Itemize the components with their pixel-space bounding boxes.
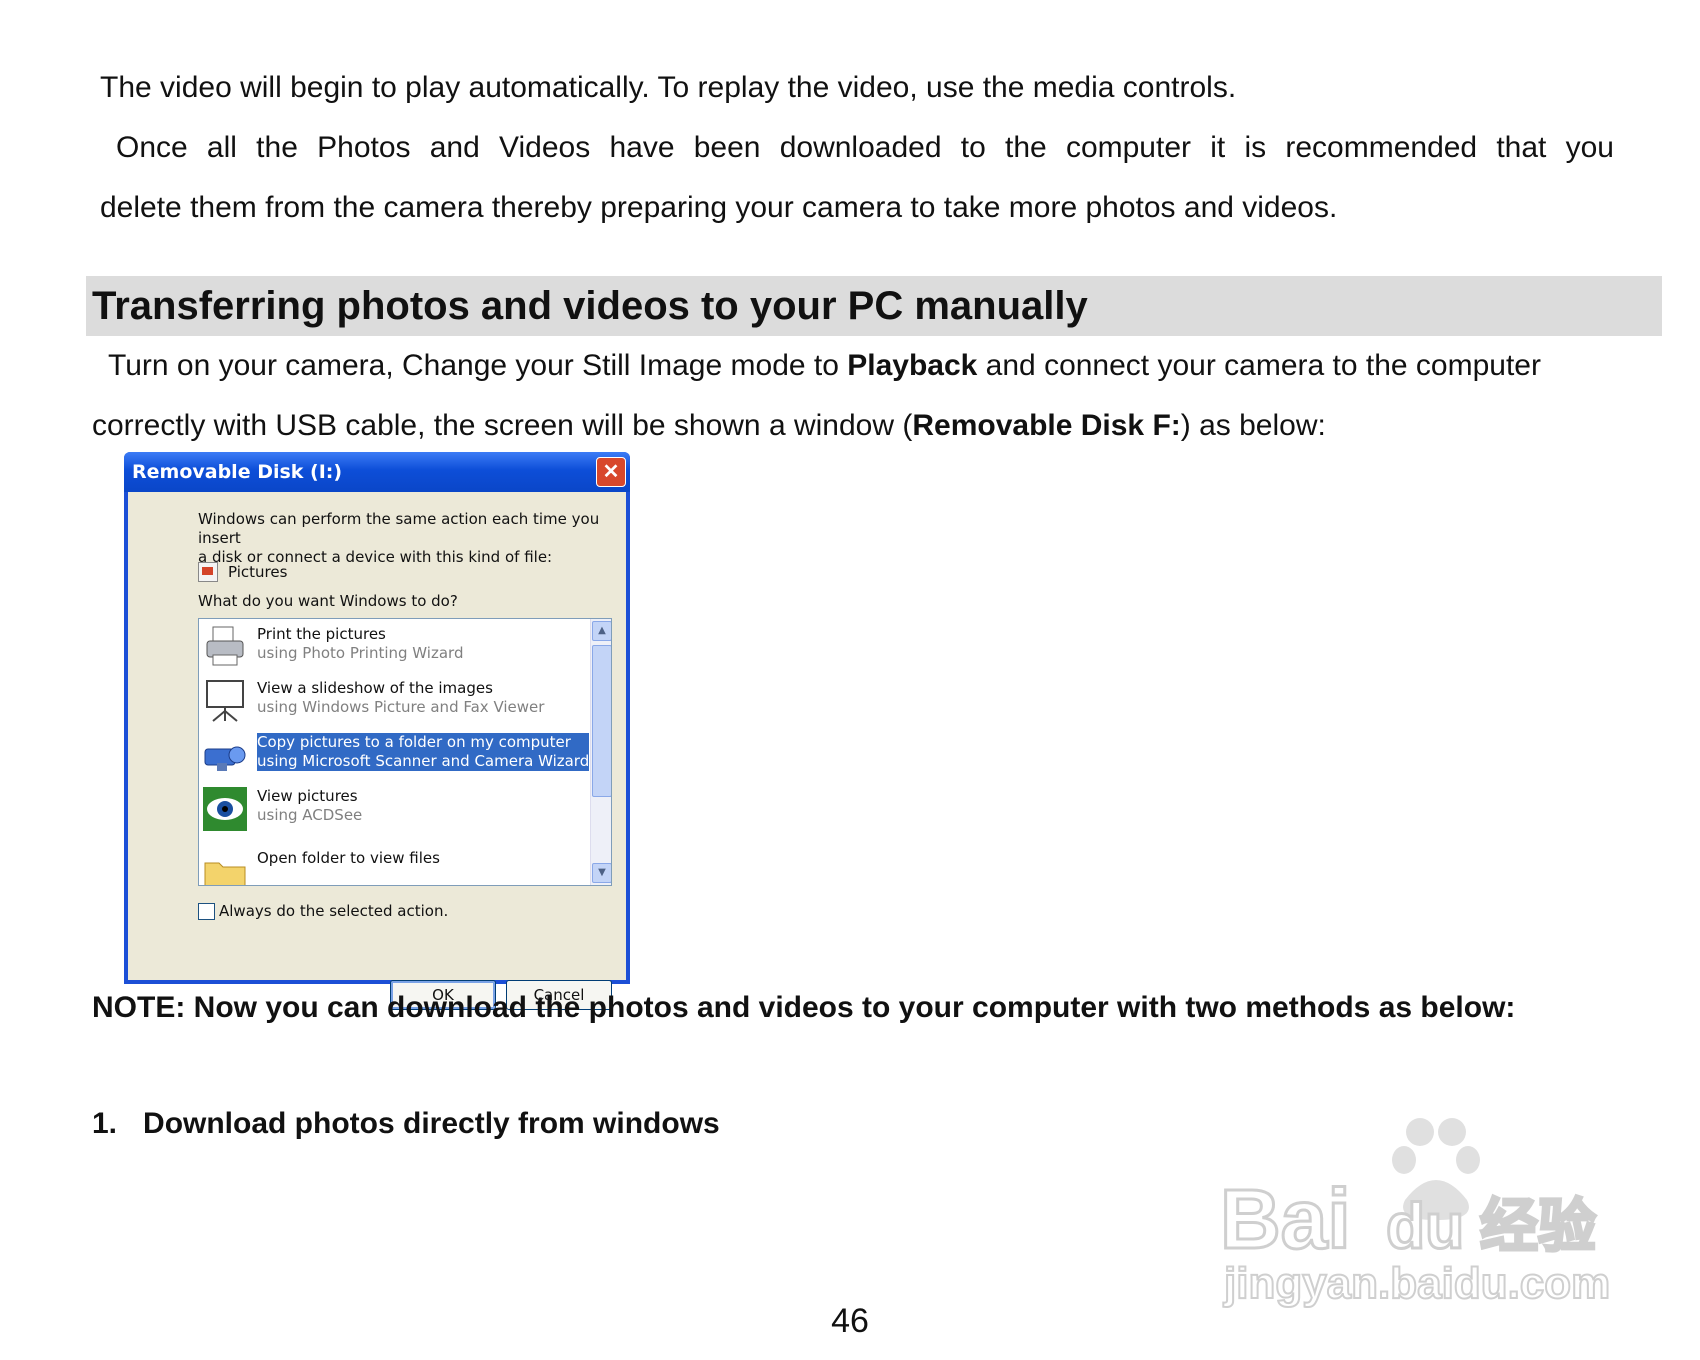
option-subtitle: using ACDSee	[257, 806, 363, 824]
section-heading: Transferring photos and videos to your P…	[92, 284, 1088, 328]
note-text: NOTE: Now you can download the photos an…	[92, 991, 1516, 1024]
step-1-text: Download photos directly from windows	[143, 1107, 720, 1140]
file-type-label: Pictures	[228, 563, 288, 581]
list-item-acdsee[interactable]: View pictures using ACDSee	[203, 787, 362, 831]
svg-text:jingyan.baidu.com: jingyan.baidu.com	[1223, 1259, 1610, 1308]
option-title: View a slideshow of the images	[257, 679, 493, 697]
action-listbox[interactable]: Print the pictures using Photo Printing W…	[198, 618, 612, 886]
intro-paragraph-2-line-1: Once all the Photos and Videos have been…	[116, 131, 1614, 164]
svg-text:du: du	[1386, 1190, 1464, 1262]
scroll-thumb[interactable]	[592, 645, 611, 797]
option-title: Open folder to view files	[257, 849, 440, 867]
section-body-line-1: Turn on your camera, Change your Still I…	[108, 349, 1541, 382]
list-item-print[interactable]: Print the pictures using Photo Printing W…	[203, 625, 463, 669]
autoplay-dialog: Removable Disk (I:) ✕ Windows can perfor…	[124, 452, 630, 1010]
eye-icon	[203, 787, 247, 831]
file-type-row: Pictures	[198, 562, 287, 582]
close-icon[interactable]: ✕	[596, 457, 626, 487]
option-title: View pictures	[257, 787, 358, 805]
always-checkbox-label: Always do the selected action.	[219, 902, 449, 920]
option-subtitle: using Microsoft Scanner and Camera Wizar…	[257, 752, 590, 770]
listbox-scrollbar[interactable]: ▲ ▼	[590, 619, 611, 885]
dialog-title: Removable Disk (I:)	[132, 461, 343, 483]
dialog-body: Windows can perform the same action each…	[128, 492, 626, 1010]
list-item-open-folder[interactable]: Open folder to view files	[203, 849, 440, 885]
baidu-watermark: Bai du 经验 jingyan.baidu.com	[1219, 1118, 1611, 1309]
playback-bold: Playback	[847, 349, 978, 382]
option-title: Print the pictures	[257, 625, 386, 643]
scroll-down-icon[interactable]: ▼	[592, 863, 611, 883]
intro-line-1: The video will begin to play automatical…	[100, 71, 1237, 104]
projector-icon	[206, 680, 244, 722]
page-number: 46	[831, 1302, 869, 1340]
camera-icon	[204, 746, 246, 771]
pictures-icon	[198, 562, 218, 582]
always-checkbox[interactable]	[198, 902, 215, 920]
dialog-description-line-1: Windows can perform the same action each…	[198, 510, 600, 547]
always-checkbox-row[interactable]: Always do the selected action.	[198, 902, 448, 920]
intro-paragraph-2-line-2: delete them from the camera thereby prep…	[100, 191, 1338, 224]
svg-text:Bai: Bai	[1220, 1172, 1351, 1266]
list-item-copy[interactable]: Copy pictures to a folder on my computer…	[203, 733, 590, 777]
dialog-title-bar: Removable Disk (I:) ✕	[124, 452, 630, 492]
step-1: 1. Download photos directly from windows	[92, 1106, 720, 1142]
section-body-line-2: correctly with USB cable, the screen wil…	[92, 409, 1326, 442]
option-title: Copy pictures to a folder on my computer	[257, 733, 571, 751]
dialog-description: Windows can perform the same action each…	[198, 510, 626, 567]
svg-text:经验: 经验	[1480, 1192, 1596, 1260]
scroll-up-icon[interactable]: ▲	[592, 621, 611, 641]
removable-disk-bold: Removable Disk F:	[912, 409, 1181, 442]
option-subtitle: using Windows Picture and Fax Viewer	[257, 698, 545, 716]
dialog-question: What do you want Windows to do?	[198, 592, 458, 610]
option-subtitle: using Photo Printing Wizard	[257, 644, 464, 662]
list-item-slideshow[interactable]: View a slideshow of the images using Wind…	[203, 679, 544, 723]
intro-paragraph-2: Once all the Photos and Videos have been…	[100, 130, 1614, 166]
folder-icon	[204, 862, 246, 885]
step-1-number: 1.	[92, 1107, 118, 1140]
printer-icon	[206, 626, 244, 666]
